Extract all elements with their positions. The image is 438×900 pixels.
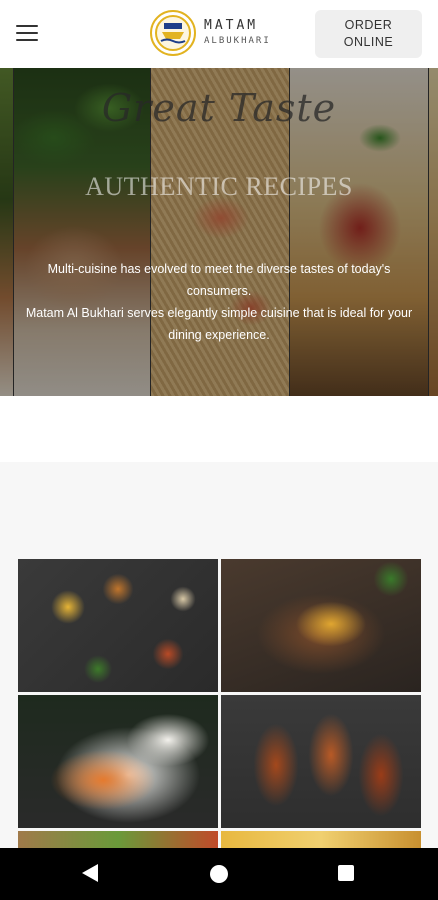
logo-text: MATAM ALBUKHARI bbox=[204, 18, 271, 48]
page: MATAM ALBUKHARI ORDER ONLINE Great Taste… bbox=[0, 0, 438, 900]
chicken-wings-image[interactable] bbox=[221, 695, 421, 828]
hero-banner: Great Taste AUTHENTIC RECIPES Multi-cuis… bbox=[0, 68, 438, 396]
order-button-line2: ONLINE bbox=[343, 35, 394, 49]
spacer bbox=[0, 396, 438, 462]
food-image[interactable] bbox=[221, 831, 421, 848]
logo-line1: MATAM bbox=[204, 18, 259, 33]
hero-title: AUTHENTIC RECIPES bbox=[85, 172, 353, 201]
order-button-line1: ORDER bbox=[344, 18, 393, 32]
hero-description-line1: Multi-cuisine has evolved to meet the di… bbox=[47, 262, 391, 298]
food-image[interactable] bbox=[18, 831, 218, 848]
logo[interactable]: MATAM ALBUKHARI bbox=[150, 9, 290, 57]
header: MATAM ALBUKHARI ORDER ONLINE bbox=[0, 0, 438, 68]
system-nav-bar bbox=[0, 848, 438, 900]
spices-food-image[interactable] bbox=[18, 559, 218, 692]
hero-script-title: Great Taste bbox=[101, 86, 337, 130]
logo-line2: ALBUKHARI bbox=[204, 36, 271, 46]
hamburger-menu-icon[interactable] bbox=[16, 25, 38, 43]
dal-curry-image[interactable] bbox=[221, 559, 421, 692]
hero-description: Multi-cuisine has evolved to meet the di… bbox=[18, 258, 420, 346]
order-online-button[interactable]: ORDER ONLINE bbox=[315, 10, 422, 58]
ship-logo-icon bbox=[150, 10, 196, 56]
recent-apps-icon[interactable] bbox=[338, 865, 354, 881]
back-icon[interactable] bbox=[82, 864, 98, 882]
home-icon[interactable] bbox=[210, 865, 228, 883]
butter-chicken-rice-image[interactable] bbox=[18, 695, 218, 828]
hero-description-line2: Matam Al Bukhari serves elegantly simple… bbox=[25, 306, 413, 342]
